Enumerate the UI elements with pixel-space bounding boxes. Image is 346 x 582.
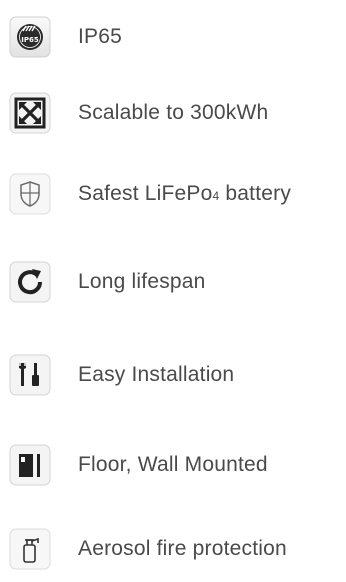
svg-text:IP65: IP65: [21, 36, 39, 44]
feature-label: Scalable to 300kWh: [78, 101, 269, 124]
ip65-badge-icon: IP65: [6, 13, 54, 61]
expand-arrows-icon: [6, 89, 54, 137]
feature-label: Floor, Wall Mounted: [78, 453, 268, 476]
feature-item-mounting: Floor, Wall Mounted: [6, 441, 346, 489]
feature-label: Easy Installation: [78, 363, 235, 386]
shield-icon: [6, 170, 54, 218]
feature-item-battery: Safest LiFePo4 battery: [6, 170, 346, 218]
feature-label: IP65: [78, 25, 122, 48]
tools-icon: [6, 351, 54, 399]
wall-mount-icon: [6, 441, 54, 489]
feature-item-fire-protection: Aerosol fire protection: [6, 525, 346, 573]
refresh-arrow-icon: [6, 258, 54, 306]
feature-item-scalable: Scalable to 300kWh: [6, 89, 346, 137]
fire-extinguisher-icon: [6, 525, 54, 573]
feature-item-installation: Easy Installation: [6, 351, 346, 399]
feature-label: Aerosol fire protection: [78, 537, 287, 560]
feature-label: Long lifespan: [78, 270, 206, 293]
feature-item-ip65: IP65 IP65: [6, 13, 346, 61]
feature-list: IP65 IP65 Scalable to 300kWh Safest LiFe…: [0, 0, 346, 582]
battery-label-suffix: battery: [219, 182, 292, 205]
battery-label-prefix: Safest LiFePo: [78, 182, 213, 205]
feature-item-lifespan: Long lifespan: [6, 258, 346, 306]
feature-label: Safest LiFePo4 battery: [78, 182, 291, 206]
